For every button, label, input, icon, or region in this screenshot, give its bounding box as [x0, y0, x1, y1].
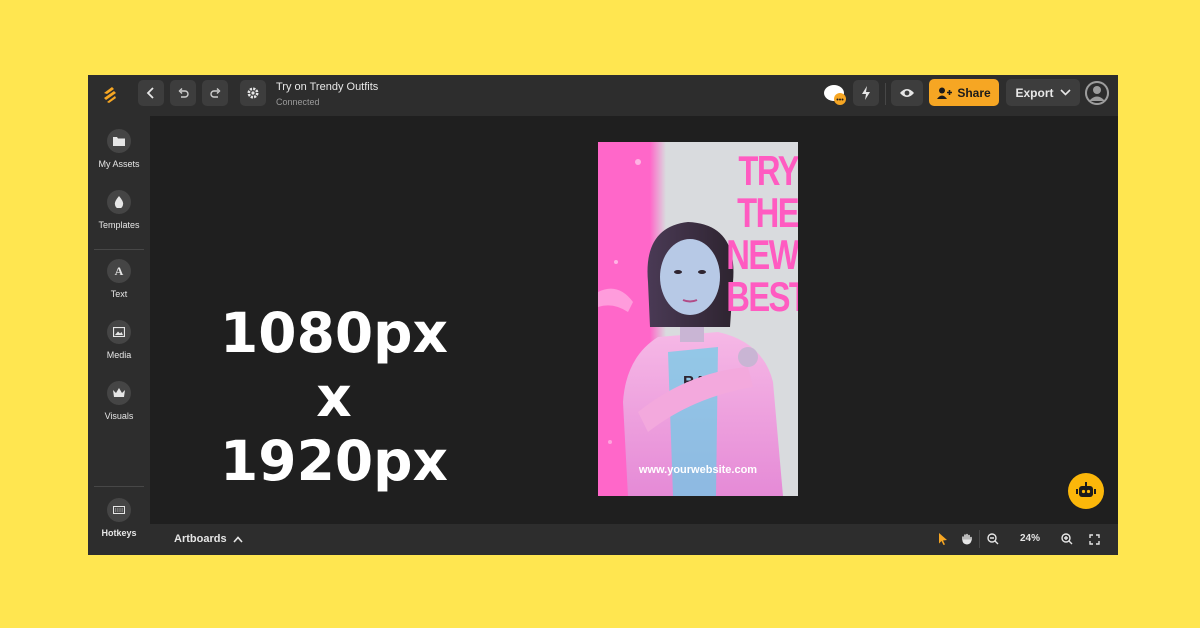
preview-button[interactable]	[891, 80, 923, 106]
robot-icon	[1076, 482, 1096, 497]
artboard-url[interactable]: www.yourwebsite.com	[598, 464, 798, 476]
sidebar-item-label: Text	[110, 289, 128, 299]
hand-icon	[962, 533, 972, 545]
fullscreen-button[interactable]	[1087, 532, 1101, 546]
sidebar-item-label: Visuals	[104, 411, 134, 421]
sidebar-item-label: My Assets	[98, 159, 140, 169]
cursor-icon	[939, 533, 947, 545]
back-button[interactable]	[138, 80, 164, 106]
canvas-area[interactable]: 1080px x 1920px BABE	[150, 116, 1118, 524]
document-title[interactable]: Try on Trendy Outfits	[276, 81, 378, 93]
share-label: Share	[957, 85, 991, 100]
share-button[interactable]: Share	[929, 79, 999, 106]
comments-button[interactable]	[822, 82, 848, 106]
settings-button[interactable]	[240, 80, 266, 106]
chevron-down-icon	[1059, 89, 1071, 96]
zoom-out-button[interactable]	[986, 532, 1000, 546]
artboards-toggle[interactable]: Artboards	[174, 533, 243, 545]
zoom-in-button[interactable]	[1060, 532, 1074, 546]
chevron-left-icon	[146, 87, 154, 99]
select-tool-button[interactable]	[936, 532, 950, 546]
text-icon: A	[107, 259, 131, 283]
sidebar-item-hotkeys[interactable]: Hotkeys	[88, 498, 150, 538]
add-user-icon	[937, 87, 953, 99]
sidebar-item-visuals[interactable]: Visuals	[88, 381, 150, 421]
dimension-separator: x	[316, 365, 352, 429]
drop-icon	[107, 190, 131, 214]
export-button[interactable]: Export	[1006, 79, 1080, 106]
bottom-divider	[979, 530, 980, 548]
ai-assistant-button[interactable]	[1068, 473, 1104, 509]
top-toolbar: Try on Trendy Outfits Connected Share Ex…	[88, 75, 1118, 116]
keyboard-icon	[107, 498, 131, 522]
sidebar-item-media[interactable]: Media	[88, 320, 150, 360]
image-icon	[107, 320, 131, 344]
headline-line: BEST	[726, 273, 798, 320]
connection-status: Connected	[276, 97, 320, 107]
artboard[interactable]: BABE TRY THE NEW BEST www.yourweb	[598, 142, 798, 496]
lightning-button[interactable]	[853, 80, 879, 106]
dimension-height: 1920px	[220, 429, 448, 493]
chevron-up-icon	[232, 535, 243, 543]
artboard-headline[interactable]: TRY THE NEW BEST	[726, 150, 798, 318]
sidebar-item-label: Media	[106, 350, 132, 360]
eye-icon	[900, 89, 914, 97]
undo-icon	[178, 87, 189, 98]
sidebar-item-text[interactable]: A Text	[88, 259, 150, 299]
zoom-level[interactable]: 24%	[1020, 533, 1040, 544]
folder-icon	[107, 129, 131, 153]
redo-button[interactable]	[202, 80, 228, 106]
hand-tool-button[interactable]	[960, 532, 974, 546]
zoom-in-icon	[1061, 533, 1073, 545]
headline-line: THE	[737, 189, 798, 236]
sidebar-divider	[94, 249, 144, 250]
avatar[interactable]	[1085, 81, 1109, 105]
sidebar-item-label: Templates	[98, 220, 140, 230]
comments-icon	[824, 85, 846, 105]
sidebar-divider	[94, 486, 144, 487]
toolbar-divider	[885, 83, 886, 105]
redo-icon	[209, 87, 220, 98]
artboards-label: Artboards	[174, 533, 227, 545]
logo-icon	[104, 87, 116, 103]
fullscreen-icon	[1088, 533, 1100, 545]
bottom-bar: Artboards 24%	[150, 524, 1118, 555]
gear-icon	[247, 87, 259, 99]
user-icon	[1085, 81, 1109, 105]
zoom-out-icon	[987, 533, 999, 545]
dimension-width: 1080px	[220, 301, 448, 365]
export-label: Export	[1015, 85, 1054, 100]
headline-line: TRY	[738, 147, 798, 194]
editor-window: Try on Trendy Outfits Connected Share Ex…	[88, 75, 1118, 555]
sidebar-item-my-assets[interactable]: My Assets	[88, 129, 150, 169]
left-sidebar: My Assets Templates A Text Media Visuals	[88, 116, 150, 555]
undo-button[interactable]	[170, 80, 196, 106]
crown-icon	[107, 381, 131, 405]
logo[interactable]	[96, 81, 124, 109]
lightning-icon	[862, 86, 870, 100]
dimensions-overlay: 1080px x 1920px	[150, 301, 518, 493]
sidebar-item-templates[interactable]: Templates	[88, 190, 150, 230]
headline-line: NEW	[726, 231, 798, 278]
hotkeys-label: Hotkeys	[101, 528, 137, 538]
